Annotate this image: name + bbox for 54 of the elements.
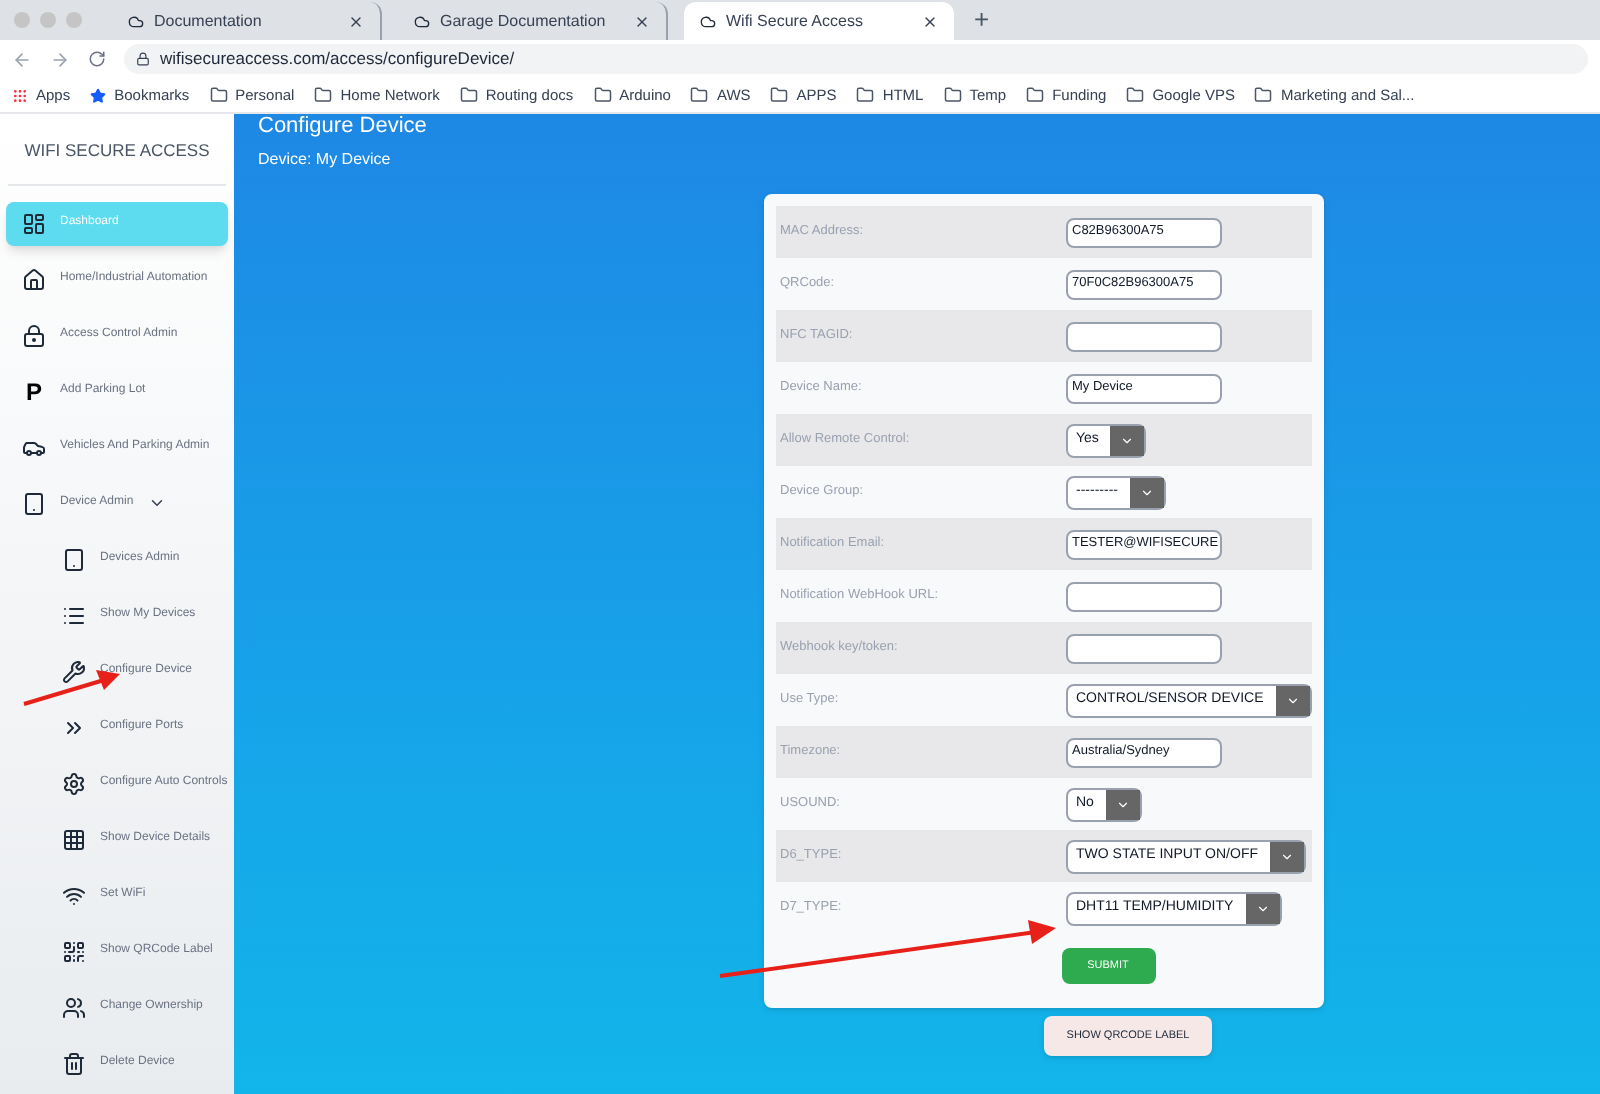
- folder-icon: [1254, 86, 1273, 104]
- home-icon: [22, 267, 46, 292]
- caret-icon: [1270, 841, 1304, 871]
- caret-icon: [1275, 685, 1310, 715]
- input-field[interactable]: [1066, 321, 1222, 351]
- lock-icon: [136, 52, 150, 66]
- folder-icon: [209, 86, 228, 104]
- close-icon[interactable]: [634, 13, 650, 29]
- folder-icon: [943, 86, 962, 104]
- page-subtitle: Device: My Device: [258, 148, 393, 172]
- caret-icon: [1105, 789, 1140, 819]
- folder-icon: [593, 86, 612, 104]
- new-tab-button[interactable]: +: [974, 0, 990, 38]
- input-field[interactable]: [1066, 633, 1222, 663]
- back-icon[interactable]: [12, 49, 32, 69]
- caret-icon: [1110, 425, 1145, 455]
- dashboard-icon: [22, 211, 46, 236]
- folder-icon: [856, 86, 875, 104]
- star-icon: [90, 87, 107, 103]
- cloud-icon: [414, 13, 430, 29]
- folder-icon: [314, 86, 333, 104]
- grid-icon: [62, 827, 86, 852]
- parking-sign: P: [23, 379, 44, 404]
- url-text: wifisecureaccess.com/access/configureDevice/: [160, 46, 515, 72]
- forward-icon[interactable]: [50, 49, 70, 69]
- folder-icon: [690, 86, 709, 104]
- cloud-icon: [700, 13, 716, 29]
- lock-icon: [22, 323, 46, 348]
- folder-icon: [459, 86, 478, 104]
- trash-icon: [62, 1051, 86, 1076]
- close-icon[interactable]: [348, 13, 364, 29]
- folder-icon: [1126, 86, 1145, 104]
- tab-title: Documentation: [154, 9, 264, 33]
- sidebar-title: WIFI SECURE ACCESS: [8, 114, 226, 186]
- wrench-icon: [62, 659, 86, 684]
- gear-icon: [62, 771, 86, 796]
- close-icon[interactable]: [922, 13, 938, 29]
- input-field[interactable]: [1066, 581, 1222, 611]
- browser-tab[interactable]: Wifi Secure Access: [684, 2, 954, 40]
- people-icon: [62, 995, 86, 1020]
- folder-icon: [1026, 86, 1045, 104]
- qr-icon: [62, 939, 86, 964]
- caret-icon: [1245, 893, 1280, 923]
- reload-icon[interactable]: [88, 50, 106, 68]
- apps-icon: [12, 87, 28, 103]
- tab-title: Garage Documentation: [440, 9, 608, 33]
- address-bar[interactable]: wifisecureaccess.com/access/configureDevice/: [124, 44, 1588, 74]
- page-title: Configure Device: [258, 116, 429, 138]
- cloud-icon: [128, 13, 144, 29]
- device-icon: [22, 491, 46, 516]
- caret-icon: [1129, 477, 1164, 507]
- folder-icon: [770, 86, 789, 104]
- tab-title: Wifi Secure Access: [726, 9, 865, 33]
- device-icon: [62, 547, 86, 572]
